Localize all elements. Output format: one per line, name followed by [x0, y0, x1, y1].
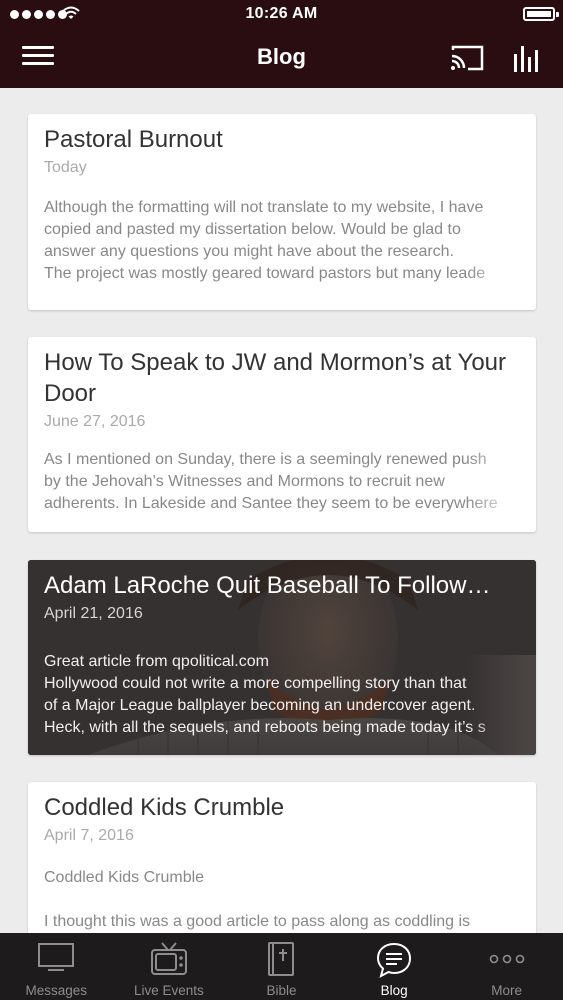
tab-more[interactable]: More [450, 933, 563, 1000]
post-date: June 27, 2016 [44, 413, 146, 430]
bottom-tab-bar: Messages Live Events Bible Blog More [0, 933, 563, 1000]
cast-icon[interactable] [449, 44, 485, 72]
tab-label: Blog [380, 983, 408, 998]
tab-label: More [491, 983, 523, 998]
fade-overlay [466, 655, 536, 755]
tab-label: Messages [25, 983, 88, 998]
tab-label: Live Events [133, 983, 204, 998]
status-time: 10:26 AM [245, 5, 318, 22]
blog-post-card[interactable]: How To Speak to JW and Mormon’s at Your … [28, 337, 536, 532]
audio-bars-icon[interactable] [513, 43, 543, 73]
fade-overlay [466, 432, 536, 532]
bible-icon [268, 942, 295, 976]
post-excerpt: Although the formatting will not transla… [44, 199, 485, 282]
battery-icon [523, 7, 559, 21]
blog-list: Pastoral Burnout Today Although the form… [0, 88, 563, 933]
blog-post-card-featured[interactable]: Adam LaRoche Quit Baseball To Follow… Ap… [28, 560, 536, 755]
post-title: Coddled Kids Crumble [44, 794, 285, 821]
tab-messages[interactable]: Messages [0, 933, 113, 1000]
more-icon [489, 954, 524, 964]
app-header: 10:26 AM Blog [0, 0, 563, 88]
nav-bar: Blog [0, 30, 563, 88]
tv-icon [150, 942, 187, 975]
tab-blog[interactable]: Blog [338, 933, 451, 1000]
tab-live-events[interactable]: Live Events [113, 933, 226, 1000]
post-excerpt: As I mentioned on Sunday, there is a see… [44, 451, 498, 512]
post-title: Pastoral Burnout [44, 126, 223, 153]
post-excerpt: Great article from qpolitical.com Hollyw… [44, 653, 486, 736]
status-bar: 10:26 AM [0, 0, 563, 30]
post-title: How To Speak to JW and Mormon’s at Your … [44, 349, 507, 407]
tab-label: Bible [266, 983, 297, 998]
tab-bible[interactable]: Bible [225, 933, 338, 1000]
post-date: April 21, 2016 [44, 605, 143, 622]
post-excerpt: Coddled Kids Crumble I thought this was … [44, 869, 471, 930]
blog-post-card[interactable]: Coddled Kids Crumble April 7, 2016 Coddl… [28, 782, 536, 933]
post-date: April 7, 2016 [44, 827, 134, 844]
chat-bubble-icon [377, 942, 412, 978]
fade-overlay [466, 210, 536, 310]
post-title: Adam LaRoche Quit Baseball To Follow… [44, 572, 491, 599]
blog-post-card[interactable]: Pastoral Burnout Today Although the form… [28, 114, 536, 310]
post-date: Today [44, 159, 87, 176]
monitor-icon [38, 943, 75, 971]
